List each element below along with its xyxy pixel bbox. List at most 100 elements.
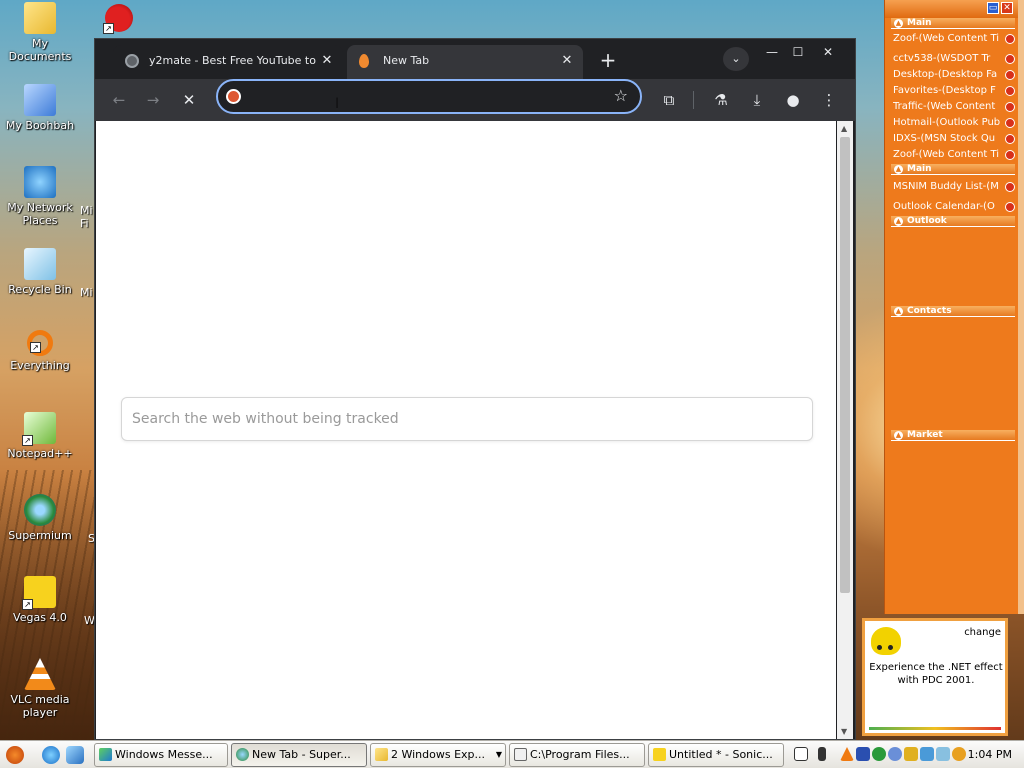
task-new-tab-supermium[interactable]: New Tab - Super... [231, 743, 367, 767]
tab-new-tab[interactable]: New Tab ✕ [347, 45, 583, 79]
start-menu-icon[interactable] [6, 746, 24, 764]
scroll-down-arrow-icon[interactable]: ▼ [841, 727, 847, 736]
page-scrollbar[interactable]: ▲ ▼ [837, 121, 853, 739]
search-tray-icon[interactable] [952, 747, 966, 761]
tab-search-button[interactable]: ⌄ [723, 47, 749, 71]
desktop-icon-my-documents[interactable]: My Documents [2, 2, 78, 63]
forward-button[interactable]: → [139, 87, 167, 113]
window-close-button[interactable]: ✕ [815, 43, 841, 61]
back-button[interactable]: ← [105, 87, 133, 113]
folder-icon [375, 748, 388, 761]
network-globe-icon [24, 166, 56, 198]
sidebar-item[interactable]: Zoof-(Web Content Ti [893, 148, 1017, 162]
remove-icon[interactable] [1005, 118, 1015, 128]
address-input[interactable] [250, 87, 590, 107]
sidebar-item[interactable]: Traffic-(Web Content [893, 100, 1017, 114]
tab-y2mate[interactable]: y2mate - Best Free YouTube to MP ✕ [113, 45, 343, 79]
remove-icon[interactable] [1005, 150, 1015, 160]
remove-icon[interactable] [1005, 34, 1015, 44]
address-bar[interactable]: ☆ [216, 79, 642, 114]
change-link[interactable]: change [964, 627, 1001, 638]
remove-icon[interactable] [1005, 70, 1015, 80]
quicklaunch-app-icon[interactable] [66, 746, 84, 764]
sidebar-item[interactable]: Desktop-(Desktop Fa [893, 68, 1017, 82]
sidebar-scrollbar[interactable] [1018, 0, 1024, 614]
recycle-bin-icon [24, 248, 56, 280]
network-connection-icon[interactable] [936, 747, 950, 761]
section-title: Market [907, 430, 943, 440]
desktop-icon-vlc[interactable]: VLC media player [2, 658, 78, 719]
section-header-main[interactable]: ▲ Main [891, 18, 1015, 29]
task-windows-messenger[interactable]: Windows Messe... [94, 743, 228, 767]
desktop-icon-my-network-places[interactable]: My Network Places [2, 166, 78, 227]
section-header-market[interactable]: ▲ Market [891, 430, 1015, 441]
help-icon[interactable] [794, 747, 808, 761]
scrollbar-thumb[interactable] [840, 137, 850, 593]
clock[interactable]: 1:04 PM [968, 748, 1012, 761]
loading-pin-icon [359, 54, 369, 68]
remove-icon[interactable] [1005, 202, 1015, 212]
remove-icon[interactable] [1005, 102, 1015, 112]
desktop-icon-everything[interactable]: ↗ Everything [2, 330, 78, 372]
bookmark-star-icon[interactable]: ☆ [614, 86, 628, 105]
section-title: Contacts [907, 306, 952, 316]
minimize-button[interactable]: — [759, 43, 785, 61]
scroll-up-arrow-icon[interactable]: ▲ [841, 124, 847, 133]
stop-loading-button[interactable]: ✕ [175, 87, 203, 113]
extensions-button[interactable]: ⧉ [655, 87, 683, 113]
sidebar-item-label: Desktop-(Desktop Fa [893, 69, 998, 80]
ad-color-bar [869, 727, 1001, 730]
desktop-icon-notepad-plus-plus[interactable]: ↗ Notepad++ [2, 412, 78, 460]
desktop-icon-vegas[interactable]: ↗ Vegas 4.0 [2, 576, 78, 624]
tab-title: New Tab [383, 54, 430, 67]
desktop-icon-recycle-bin[interactable]: Recycle Bin [2, 248, 78, 296]
sidebar-item[interactable]: IDXS-(MSN Stock Qu [893, 132, 1017, 146]
search-input[interactable] [132, 408, 792, 430]
tab-close-icon[interactable]: ✕ [559, 53, 575, 69]
dotnet-ad-balloon[interactable]: change Experience the .NET effect with P… [862, 618, 1008, 736]
sidebar-item[interactable]: Zoof-(Web Content Ti [893, 32, 1017, 46]
desktop-icon-supermium[interactable]: Supermium [2, 494, 78, 542]
task-program-files[interactable]: C:\Program Files... [509, 743, 645, 767]
browser-menu-button[interactable]: ⋮ [815, 87, 843, 113]
tab-title: y2mate - Best Free YouTube to MP [149, 54, 319, 67]
network-icon[interactable] [818, 747, 826, 761]
shortcut-arrow-icon: ↗ [22, 599, 33, 610]
tray-app-icon[interactable] [856, 747, 870, 761]
section-header-outlook[interactable]: ▲ Outlook [891, 216, 1015, 227]
security-shield-icon[interactable] [904, 747, 918, 761]
shortcut-arrow-icon: ↗ [22, 435, 33, 446]
desktop-icon-my-boohbah[interactable]: My Boohbah [2, 84, 78, 132]
sidebar-restore-button[interactable]: ▭ [987, 2, 999, 14]
section-header-main-2[interactable]: ▲ Main [891, 164, 1015, 175]
internet-explorer-icon[interactable] [42, 746, 60, 764]
sidebar-item[interactable]: Outlook Calendar-(O [893, 200, 1017, 214]
downloads-button[interactable]: ⤓ [743, 87, 771, 113]
sidebar-item[interactable]: MSNIM Buddy List-(M [893, 180, 1017, 194]
sidebar-item[interactable]: Favorites-(Desktop F [893, 84, 1017, 98]
task-sonic-vegas[interactable]: Untitled * - Sonic... [648, 743, 784, 767]
sidebar-item[interactable]: Hotmail-(Outlook Pub [893, 116, 1017, 130]
new-tab-button[interactable]: + [595, 49, 621, 71]
remove-icon[interactable] [1005, 134, 1015, 144]
task-windows-explorer-group[interactable]: 2 Windows Exp... ▼ [370, 743, 506, 767]
section-header-contacts[interactable]: ▲ Contacts [891, 306, 1015, 317]
vlc-tray-icon[interactable] [840, 747, 854, 761]
labs-flask-button[interactable]: ⚗ [707, 87, 735, 113]
sidebar-item[interactable]: cctv538-(WSDOT Tr [893, 52, 1017, 66]
remove-icon[interactable] [1005, 54, 1015, 64]
help-center-tray-icon[interactable] [888, 747, 902, 761]
profile-button[interactable]: ● [779, 87, 807, 113]
desktop-icon-angry-birds[interactable]: ↗ [102, 4, 136, 35]
remove-icon[interactable] [1005, 182, 1015, 192]
volume-icon[interactable] [920, 747, 934, 761]
group-dropdown-icon[interactable]: ▼ [496, 744, 502, 766]
messenger-tray-icon[interactable] [872, 747, 886, 761]
search-box[interactable] [121, 397, 813, 441]
sidebar-item-label: Hotmail-(Outlook Pub [893, 117, 1001, 128]
maximize-button[interactable]: ☐ [785, 43, 811, 61]
remove-icon[interactable] [1005, 86, 1015, 96]
sidebar-close-button[interactable]: ✕ [1001, 2, 1013, 14]
tab-close-icon[interactable]: ✕ [319, 53, 335, 69]
folder-icon [24, 2, 56, 34]
